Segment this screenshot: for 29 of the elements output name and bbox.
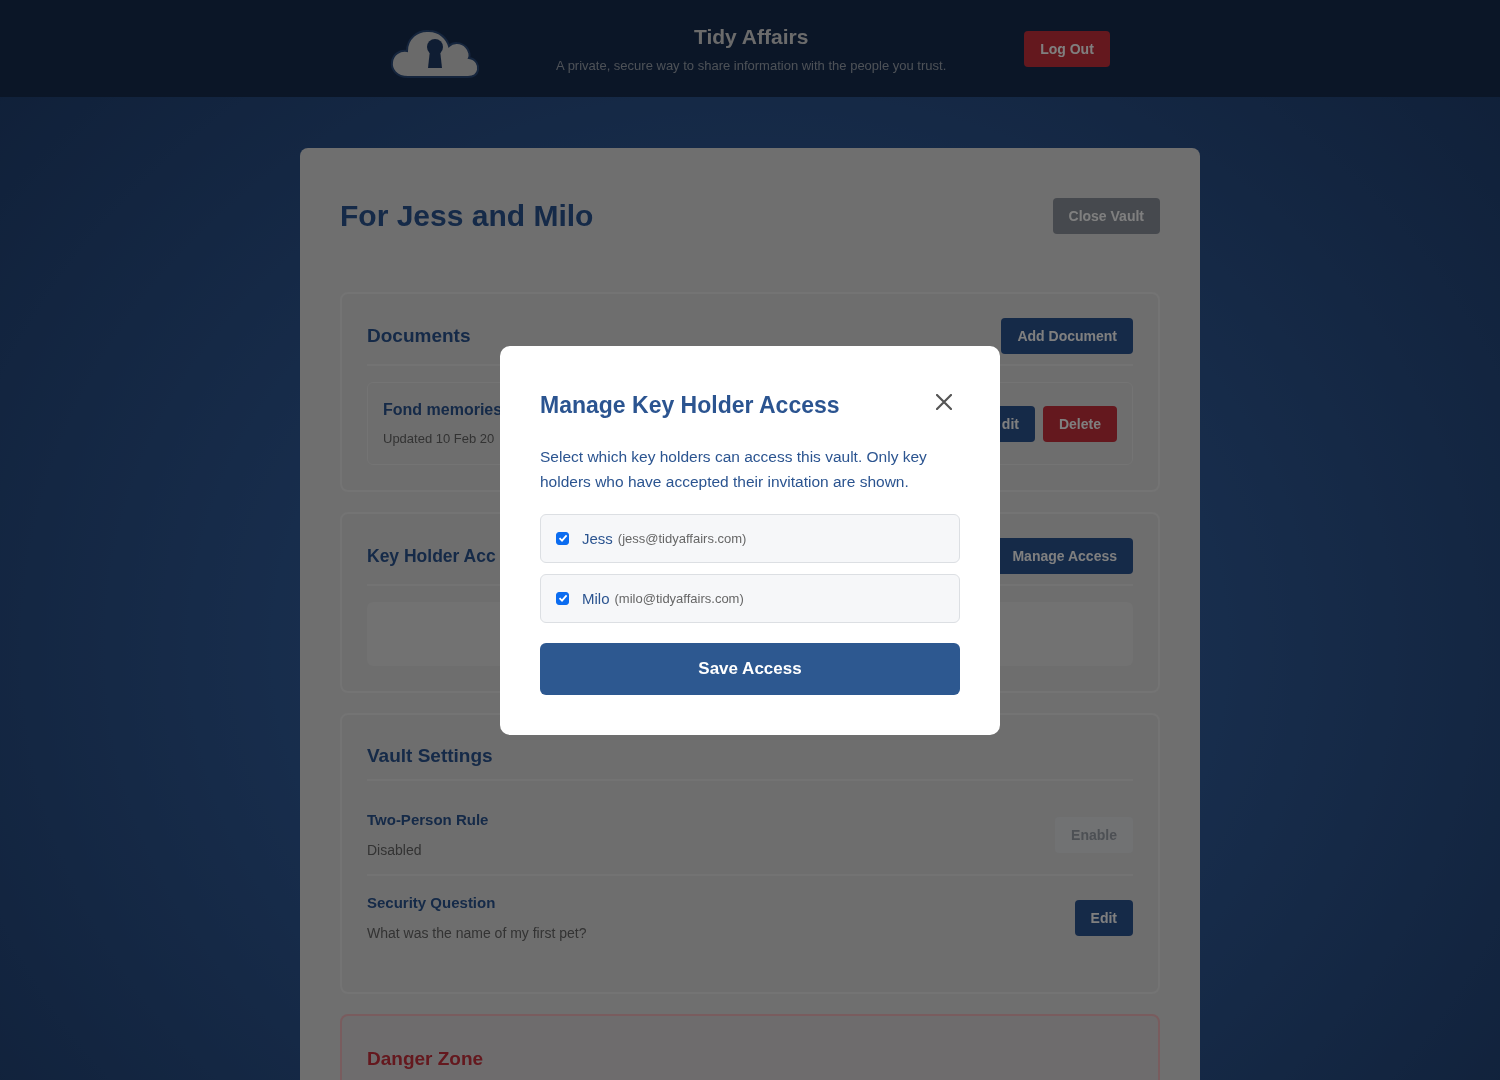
app-title: Tidy Affairs	[693, 24, 810, 49]
close-icon[interactable]	[934, 392, 954, 412]
section-title: Key Holder Acc	[367, 545, 496, 567]
holder-email: (milo@tidyaffairs.com)	[614, 590, 744, 606]
document-date: Updated 10 Feb 20	[383, 431, 496, 446]
add-document-button[interactable]: Add Document	[1001, 318, 1133, 354]
holder-name: Jess	[582, 529, 613, 547]
dialog-description: Select which key holders can access this vault. Only key holders who have accepted their invitation are shown.	[540, 446, 928, 492]
checkbox[interactable]	[556, 591, 569, 605]
delete-button[interactable]: Delete	[1042, 405, 1117, 442]
section-title: Danger Zone	[367, 1048, 485, 1070]
logout-button[interactable]: Log Out	[1024, 30, 1110, 67]
vault-title: For Jess and Milo	[340, 199, 594, 233]
key-holder-option[interactable]: Jess (jess@tidyaffairs.com)	[540, 513, 960, 563]
section-title: Documents	[367, 325, 471, 347]
dialog-title: Manage Key Holder Access	[540, 391, 840, 419]
document-title: Fond memories	[383, 401, 503, 419]
save-access-button[interactable]: Save Access	[540, 642, 960, 695]
setting-button[interactable]: Edit	[1074, 899, 1133, 936]
app-tagline: A private, secure way to share information with the people you trust.	[555, 57, 948, 73]
setting-label: Two-Person Rule	[367, 811, 489, 828]
holder-email: (jess@tidyaffairs.com)	[617, 530, 747, 546]
checkbox[interactable]	[556, 531, 569, 545]
section-title: Vault Settings	[367, 745, 493, 767]
setting-value: What was the name of my first pet?	[367, 925, 587, 941]
holder-name: Milo	[582, 589, 610, 607]
setting-value: Disabled	[367, 842, 423, 858]
setting-label: Security Question	[367, 894, 497, 911]
key-holder-option[interactable]: Milo (milo@tidyaffairs.com)	[540, 573, 960, 623]
